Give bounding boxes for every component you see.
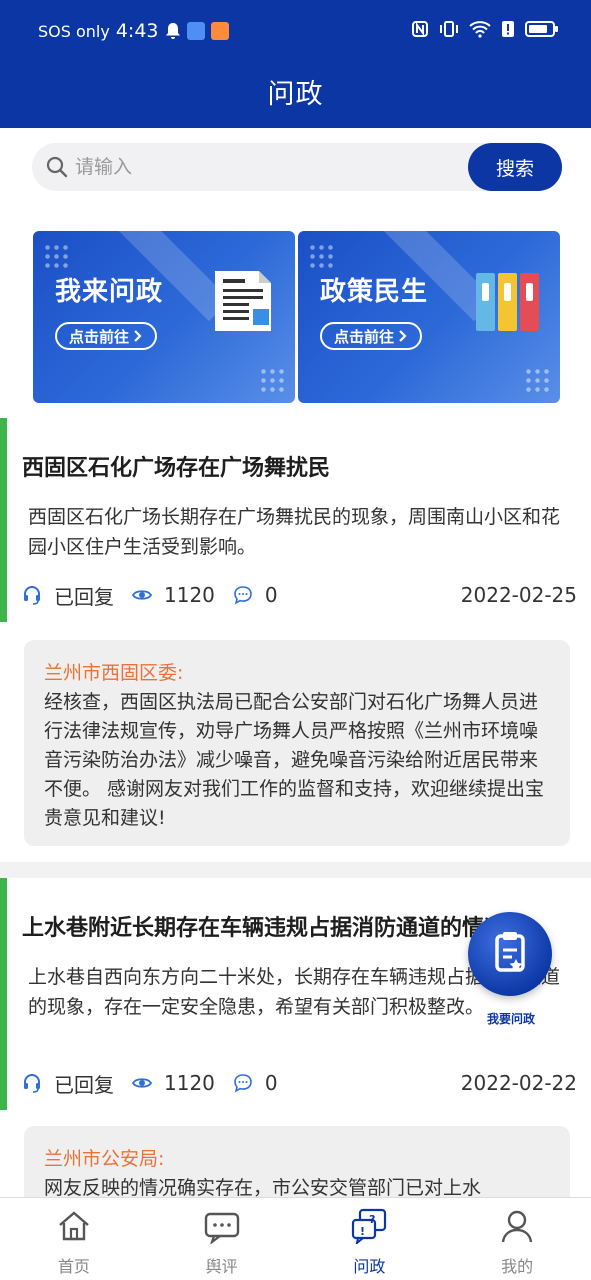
post-body: 西固区石化广场长期存在广场舞扰民的现象，周围南山小区和花园小区住户生活受到影响。 [28,506,561,558]
nav-item-comments[interactable]: 舆评 [148,1198,296,1280]
headset-icon [24,1074,40,1093]
question-icon: ?! [352,1208,387,1244]
header-bar: SOS only 4:43 问政 [0,0,591,128]
chevron-right-icon [399,330,407,342]
user-icon [501,1210,533,1243]
document-icon [215,271,271,331]
nav-label: 舆评 [205,1257,238,1276]
bell-icon [165,23,180,39]
search-button[interactable]: 搜索 [468,143,562,191]
nav-item-profile[interactable]: 我的 [443,1198,591,1280]
view-count: 1120 [164,583,215,607]
banner-go-label: 点击前往 [69,327,130,346]
eye-icon [132,590,152,600]
nfc-icon [412,21,428,37]
chevron-right-icon [134,330,142,342]
banner-go-label: 点击前往 [334,327,395,346]
section-divider [0,862,591,878]
post-date: 2022-02-22 [460,1071,577,1095]
fab-label: 我要问政 [486,1012,535,1026]
clock-text: 4:43 [115,20,159,42]
app-notification-icon [210,22,229,40]
banner-policy-livelihood[interactable]: 政策民生 点击前往 [298,231,560,403]
post-title: 上水巷附近长期存在车辆违规占据消防通道的情况 [22,916,507,941]
view-count: 1120 [164,1071,215,1095]
carrier-text: SOS only [38,21,110,41]
battery-icon [525,21,558,37]
post-meta: 已回复 1120 0 2022-02-22 [22,1070,577,1097]
nav-item-home[interactable]: 首页 [0,1198,148,1280]
nav-label: 首页 [57,1257,90,1276]
search-input[interactable] [75,151,455,183]
post-card[interactable]: 西固区石化广场存在广场舞扰民 西固区石化广场长期存在广场舞扰民的现象，周围南山小… [0,418,591,862]
reply-status: 已回复 [54,584,114,609]
comment-count: 0 [264,583,278,607]
eye-icon [132,1078,152,1088]
banner-go-button[interactable]: 点击前往 [320,322,423,350]
comment-count: 0 [264,1071,278,1095]
reply-text: 网友反映的情况确实存在，市公安交管部门已对上水 [44,1177,482,1197]
post-meta: 已回复 1120 0 2022-02-25 [22,582,577,609]
reply-text: 经核查，西固区执法局已配合公安部门对石化广场舞人员进行法律法规宣传，劝导广场舞人… [44,691,545,829]
banner-go-button[interactable]: 点击前往 [55,322,158,350]
reply-status: 已回复 [54,1072,114,1097]
binders-icon [476,273,539,331]
svg-text:?: ? [369,1213,375,1226]
chat-icon [204,1212,239,1244]
vibrate-icon [440,21,458,37]
nav-label: 我的 [501,1257,534,1276]
nav-item-inquiry[interactable]: ?! 问政 [296,1198,444,1280]
headset-icon [24,586,40,605]
comment-icon [234,586,252,605]
post-date: 2022-02-25 [460,583,577,607]
clipboard-icon [495,932,525,972]
status-bar: SOS only 4:43 [0,0,591,66]
ask-government-fab[interactable] [468,912,552,996]
banner-ask-government[interactable]: 我来问政 点击前往 [33,231,295,403]
post-accent-bar [0,418,7,622]
official-reply: 兰州市西固区委: 经核查，西固区执法局已配合公安部门对石化广场舞人员进行法律法规… [24,640,570,846]
search-icon [46,156,68,178]
page-title: 问政 [267,79,324,110]
search-bar: 搜索 [32,143,562,191]
reply-department: 兰州市西固区委: [44,662,184,684]
banner-title: 政策民生 [320,277,429,307]
banner-title: 我来问政 [55,277,164,307]
official-reply: 兰州市公安局: 网友反映的情况确实存在，市公安交管部门已对上水 [24,1126,570,1197]
svg-text:!: ! [360,1225,365,1238]
wifi-icon [469,21,491,38]
app-notification-icon [186,22,205,40]
comment-icon [234,1074,252,1093]
alert-icon [502,21,514,37]
post-accent-bar [0,878,7,1110]
nav-label: 问政 [353,1257,386,1276]
home-icon [59,1211,89,1241]
bottom-nav: 首页 舆评 ?! 问政 我的 [0,1197,591,1280]
post-title: 西固区石化广场存在广场舞扰民 [22,456,331,481]
reply-department: 兰州市公安局: [44,1148,165,1170]
